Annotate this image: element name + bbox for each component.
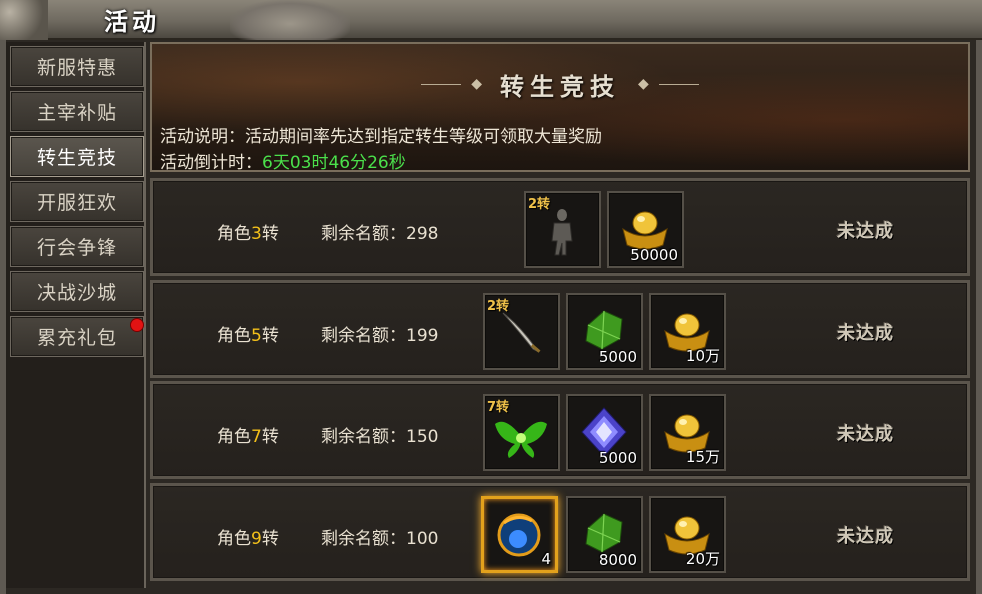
countdown-label: 活动倒计时：: [160, 153, 262, 173]
role-prefix: 角色: [217, 529, 251, 549]
reward-tag: 7转: [487, 400, 510, 415]
activity-banner: ◆ 转生竞技 ◆ 活动说明：活动期间率先达到指定转生等级可领取大量奖励 活动倒计…: [150, 42, 970, 173]
reward-slot[interactable]: 15万: [649, 394, 726, 471]
window-title: 活动: [104, 8, 160, 36]
role-number: 9: [251, 529, 262, 549]
reward-slot[interactable]: 5000: [566, 293, 643, 370]
reward-tag: 2转: [487, 299, 510, 314]
reward-count: 20万: [685, 550, 720, 568]
sidebar-item-zhuzai[interactable]: 主宰补贴: [10, 91, 144, 132]
role-requirement: 角色3转: [217, 219, 279, 244]
divider: [658, 83, 699, 85]
sidebar-item-xinfu[interactable]: 新服特惠: [10, 46, 144, 87]
remaining-quota: 剩余名额：199: [321, 326, 439, 346]
status-label: 未达成: [837, 526, 894, 547]
sidebar-item-label: 决战沙城: [37, 282, 118, 304]
role-suffix: 转: [261, 326, 279, 346]
role-suffix: 转: [261, 224, 279, 244]
role-number: 5: [251, 326, 262, 346]
reward-count: 5000: [598, 449, 637, 467]
role-requirement: 角色5转: [217, 321, 279, 346]
notification-badge: [130, 318, 144, 332]
sidebar: 新服特惠 主宰补贴 转生竞技 开服狂欢 行会争锋 决战沙城 累充礼包: [6, 42, 146, 588]
title-bar: 活动: [0, 0, 982, 40]
status-label: 未达成: [837, 424, 894, 445]
reward-slot[interactable]: 4: [481, 496, 558, 573]
reward-slot[interactable]: 50000: [607, 191, 684, 268]
reward-count: 8000: [598, 551, 637, 569]
role-prefix: 角色: [217, 326, 251, 346]
sidebar-item-label: 主宰补贴: [37, 102, 118, 124]
remaining-quota: 剩余名额：100: [321, 529, 439, 549]
sidebar-item-label: 开服狂欢: [37, 192, 118, 214]
sidebar-item-label: 行会争锋: [37, 237, 118, 259]
role-suffix: 转: [261, 427, 279, 447]
reward-count: 4: [541, 550, 551, 568]
role-number: 7: [251, 427, 262, 447]
reward-count: 5000: [598, 348, 637, 366]
status-label: 未达成: [837, 323, 894, 344]
reward-slot[interactable]: 7转: [483, 394, 560, 471]
role-requirement: 角色7转: [217, 422, 279, 447]
diamond-ornament-icon: ◆: [638, 76, 649, 92]
reward-slot[interactable]: 5000: [566, 394, 643, 471]
reward-slot[interactable]: 2转: [524, 191, 601, 268]
banner-heading: 转生竞技: [500, 71, 620, 101]
role-prefix: 角色: [217, 427, 251, 447]
countdown-value: 6天03时46分26秒: [262, 153, 406, 173]
reward-row: 角色9转 剩余名额：100 4 8000 20万 未达成: [150, 483, 970, 581]
reward-row: 角色5转 剩余名额：199 2转 5000 10万 未达成: [150, 280, 970, 378]
diamond-ornament-icon: ◆: [471, 76, 482, 92]
reward-count: 10万: [685, 347, 720, 365]
reward-count: 50000: [630, 246, 678, 264]
reward-tag: 2转: [528, 197, 551, 212]
remaining-quota: 剩余名额：298: [321, 224, 439, 244]
divider: [421, 83, 462, 85]
role-prefix: 角色: [217, 224, 251, 244]
sidebar-item-label: 累充礼包: [37, 327, 118, 349]
sidebar-item-kaifu[interactable]: 开服狂欢: [10, 181, 144, 222]
sidebar-item-label: 转生竞技: [37, 147, 118, 169]
reward-slot[interactable]: 8000: [566, 496, 643, 573]
sidebar-item-juezhan[interactable]: 决战沙城: [10, 271, 144, 312]
reward-slot[interactable]: 20万: [649, 496, 726, 573]
sidebar-item-zhuansheng[interactable]: 转生竞技: [10, 136, 144, 177]
activity-description: 活动说明：活动期间率先达到指定转生等级可领取大量奖励: [160, 127, 602, 147]
activity-countdown: 活动倒计时：6天03时46分26秒: [160, 148, 406, 173]
reward-row: 角色7转 剩余名额：150 7转 5000 15万 未达成: [150, 381, 970, 479]
reward-slot[interactable]: 10万: [649, 293, 726, 370]
banner-heading-wrap: ◆ 转生竞技 ◆: [152, 66, 968, 102]
reward-slot[interactable]: 2转: [483, 293, 560, 370]
sidebar-item-hanghui[interactable]: 行会争锋: [10, 226, 144, 267]
reward-row: 角色3转 剩余名额：298 2转 50000 未达成: [150, 178, 970, 276]
role-number: 3: [251, 224, 262, 244]
sidebar-item-label: 新服特惠: [37, 57, 118, 79]
role-suffix: 转: [261, 529, 279, 549]
title-ornament: [230, 0, 350, 40]
sidebar-item-leichong[interactable]: 累充礼包: [10, 316, 144, 357]
status-label: 未达成: [837, 221, 894, 242]
remaining-quota: 剩余名额：150: [321, 427, 439, 447]
reward-count: 15万: [685, 448, 720, 466]
role-requirement: 角色9转: [217, 524, 279, 549]
dragon-ornament-icon: [0, 0, 48, 40]
